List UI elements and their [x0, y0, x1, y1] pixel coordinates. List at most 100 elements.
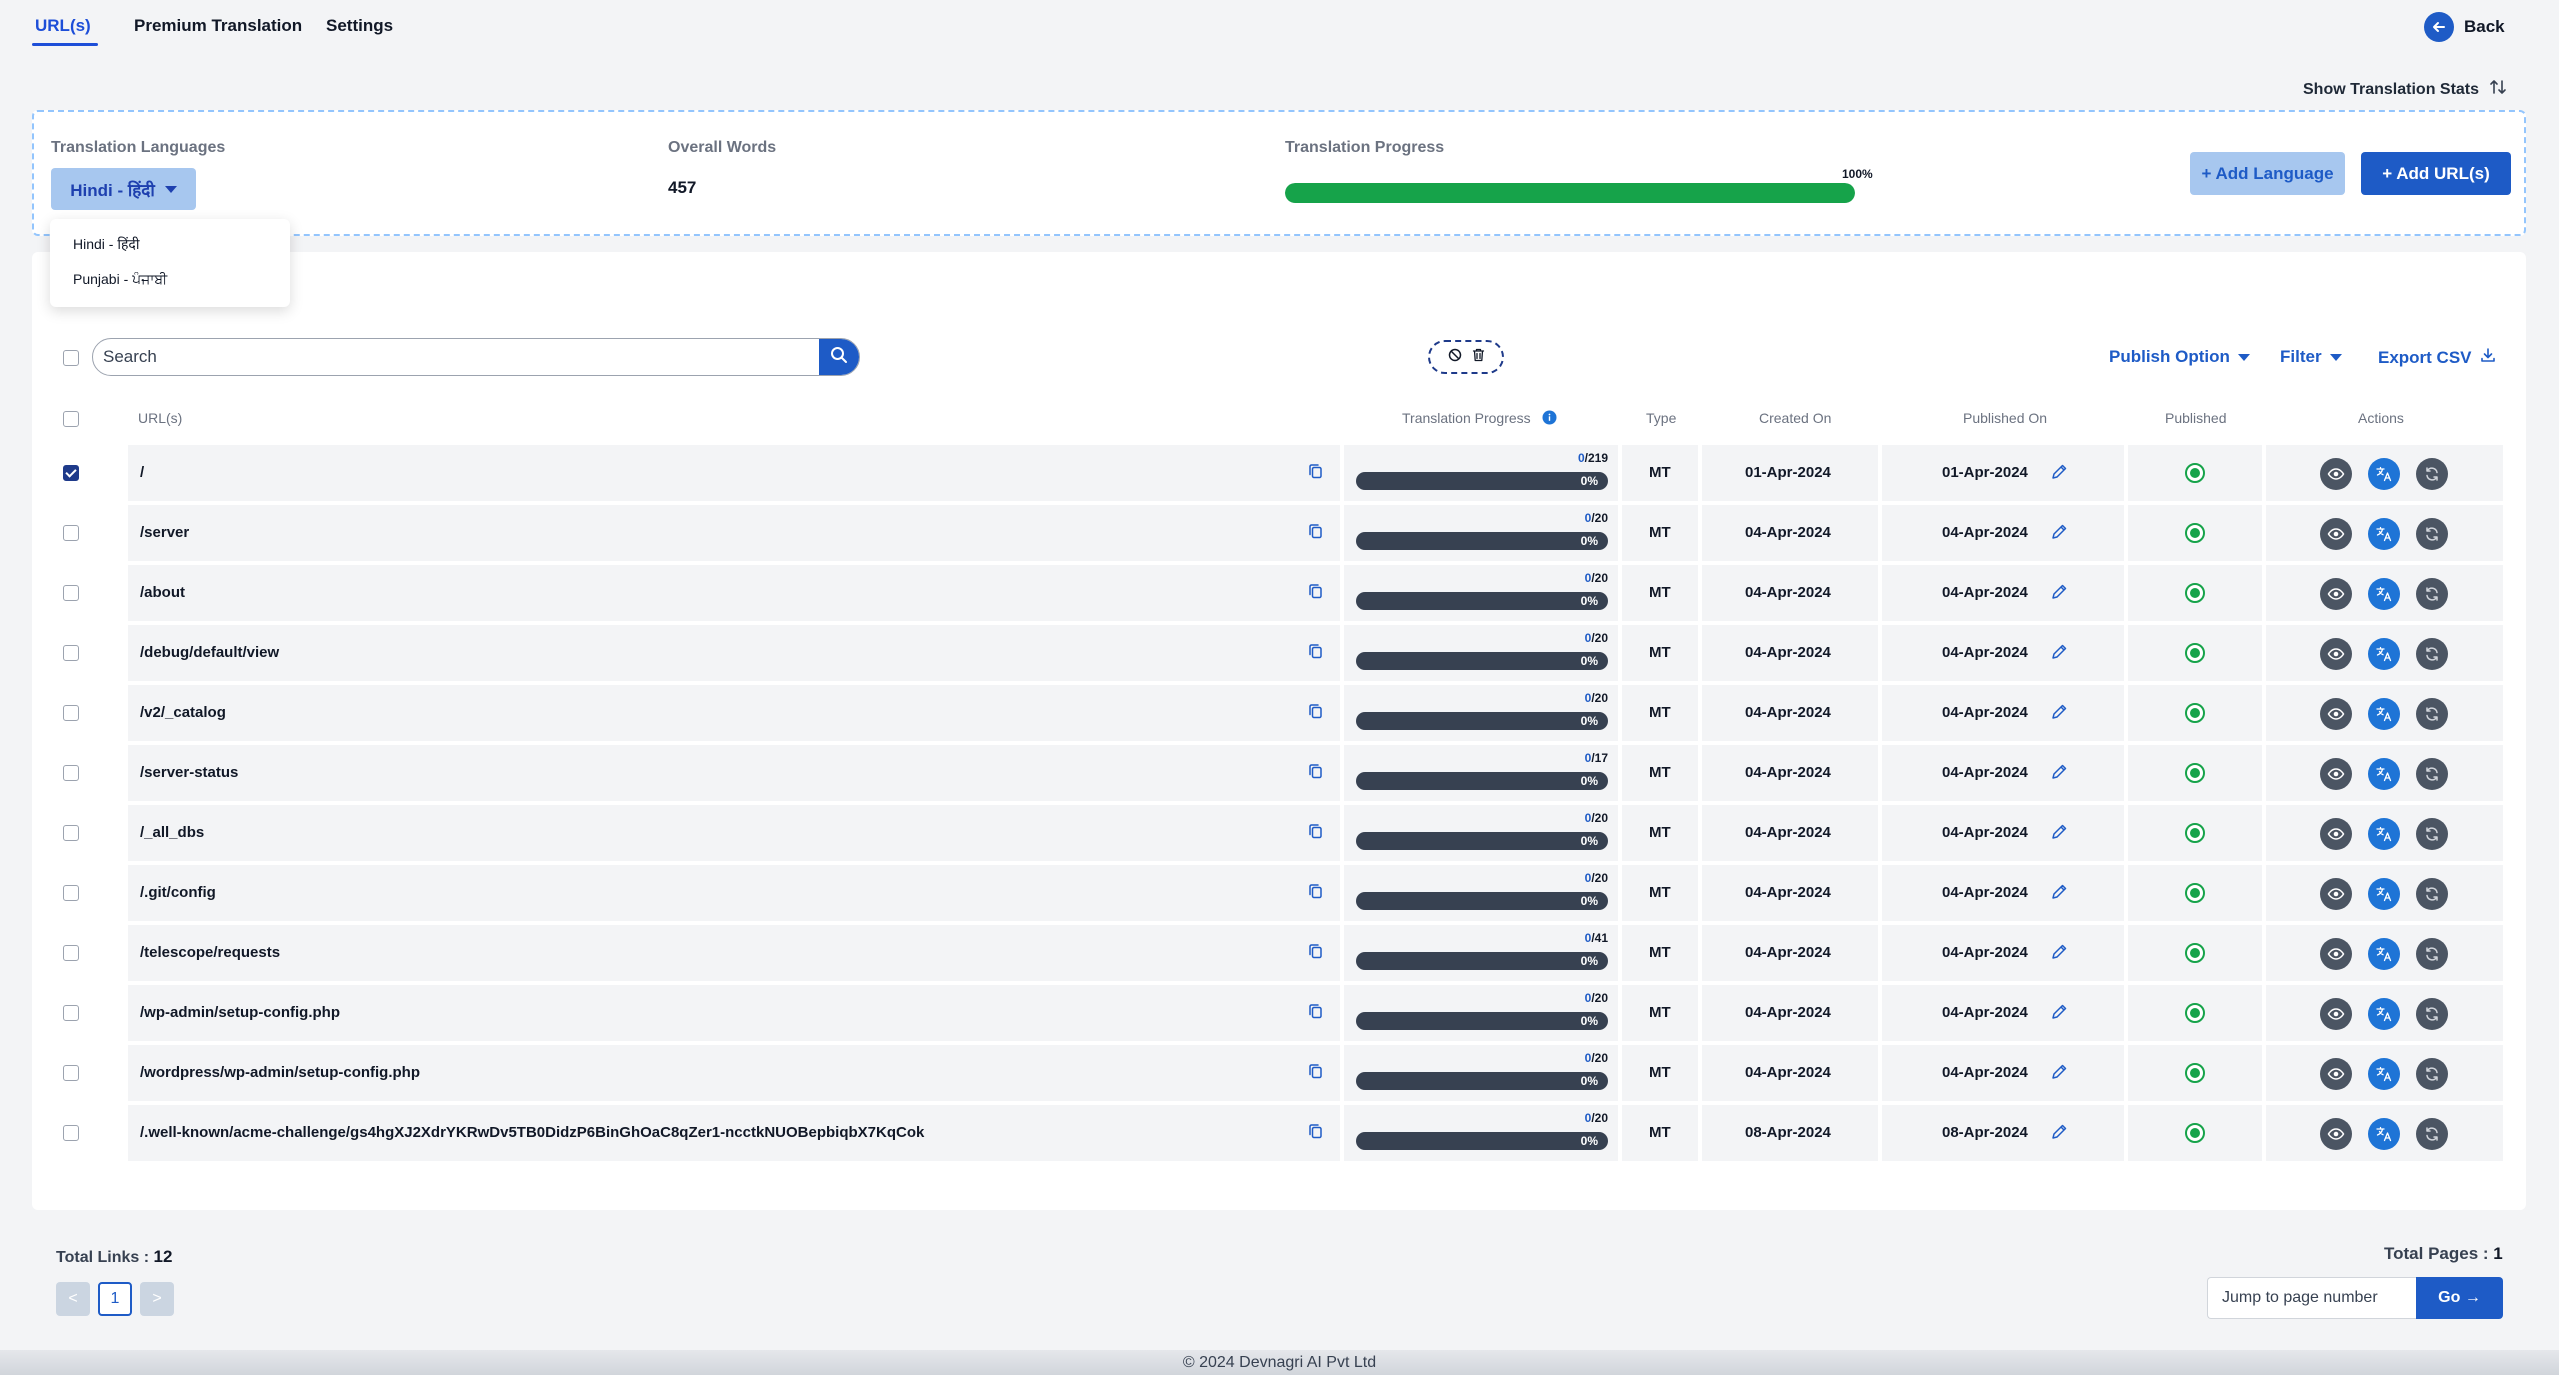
translate-icon[interactable] [2368, 578, 2400, 610]
sync-icon[interactable] [2416, 1118, 2448, 1150]
row-checkbox[interactable] [63, 885, 79, 901]
edit-pencil-icon[interactable] [2050, 1003, 2068, 1026]
edit-pencil-icon[interactable] [2050, 1063, 2068, 1086]
edit-pencil-icon[interactable] [2050, 643, 2068, 666]
language-option-punjabi[interactable]: Punjabi - ਪੰਜਾਬੀ [73, 271, 167, 288]
view-icon[interactable] [2320, 698, 2352, 730]
view-icon[interactable] [2320, 998, 2352, 1030]
view-icon[interactable] [2320, 1118, 2352, 1150]
copy-icon[interactable] [1308, 583, 1323, 605]
edit-pencil-icon[interactable] [2050, 883, 2068, 906]
select-all-checkbox[interactable] [63, 411, 79, 427]
row-checkbox[interactable] [63, 465, 79, 481]
view-icon[interactable] [2320, 518, 2352, 550]
copy-icon[interactable] [1308, 943, 1323, 965]
row-checkbox[interactable] [63, 1065, 79, 1081]
sync-icon[interactable] [2416, 698, 2448, 730]
sync-icon[interactable] [2416, 638, 2448, 670]
row-checkbox[interactable] [63, 945, 79, 961]
view-icon[interactable] [2320, 1058, 2352, 1090]
filter-dropdown[interactable]: Filter [2280, 347, 2342, 367]
translate-icon[interactable] [2368, 998, 2400, 1030]
translate-icon[interactable] [2368, 638, 2400, 670]
sync-icon[interactable] [2416, 518, 2448, 550]
url-text[interactable]: /v2/_catalog [140, 704, 226, 721]
row-checkbox[interactable] [63, 525, 79, 541]
sync-icon[interactable] [2416, 758, 2448, 790]
view-icon[interactable] [2320, 638, 2352, 670]
translate-icon[interactable] [2368, 698, 2400, 730]
back-button[interactable]: Back [2424, 12, 2505, 42]
view-icon[interactable] [2320, 758, 2352, 790]
url-text[interactable]: /_all_dbs [140, 824, 204, 841]
edit-pencil-icon[interactable] [2050, 1123, 2068, 1146]
translate-icon[interactable] [2368, 818, 2400, 850]
select-page-checkbox[interactable] [63, 350, 79, 366]
sync-icon[interactable] [2416, 878, 2448, 910]
language-select[interactable]: Hindi - हिंदी [51, 168, 196, 210]
copy-icon[interactable] [1308, 643, 1323, 665]
row-checkbox[interactable] [63, 645, 79, 661]
next-page-button[interactable]: > [140, 1282, 174, 1316]
url-text[interactable]: /wordpress/wp-admin/setup-config.php [140, 1064, 420, 1081]
unpublish-icon[interactable] [1448, 348, 1462, 367]
info-icon[interactable] [1542, 410, 1557, 430]
row-checkbox[interactable] [63, 1125, 79, 1141]
edit-pencil-icon[interactable] [2050, 703, 2068, 726]
sync-icon[interactable] [2416, 938, 2448, 970]
view-icon[interactable] [2320, 458, 2352, 490]
url-text[interactable]: /wp-admin/setup-config.php [140, 1004, 340, 1021]
edit-pencil-icon[interactable] [2050, 943, 2068, 966]
view-icon[interactable] [2320, 578, 2352, 610]
translate-icon[interactable] [2368, 758, 2400, 790]
search-button[interactable] [819, 339, 859, 375]
url-text[interactable]: /debug/default/view [140, 644, 279, 661]
url-text[interactable]: / [140, 464, 144, 481]
edit-pencil-icon[interactable] [2050, 583, 2068, 606]
publish-option-dropdown[interactable]: Publish Option [2109, 347, 2250, 367]
view-icon[interactable] [2320, 938, 2352, 970]
url-text[interactable]: /server-status [140, 764, 238, 781]
url-text[interactable]: /about [140, 584, 185, 601]
tab-premium-translation[interactable]: Premium Translation [134, 16, 302, 36]
show-translation-stats-toggle[interactable]: Show Translation Stats [2303, 78, 2507, 101]
sync-icon[interactable] [2416, 578, 2448, 610]
copy-icon[interactable] [1308, 703, 1323, 725]
copy-icon[interactable] [1308, 1063, 1323, 1085]
edit-pencil-icon[interactable] [2050, 523, 2068, 546]
jump-to-page-input[interactable] [2207, 1277, 2417, 1319]
sync-icon[interactable] [2416, 998, 2448, 1030]
sync-icon[interactable] [2416, 818, 2448, 850]
copy-icon[interactable] [1308, 463, 1323, 485]
add-language-button[interactable]: + Add Language [2190, 152, 2345, 195]
row-checkbox[interactable] [63, 765, 79, 781]
row-checkbox[interactable] [63, 585, 79, 601]
url-text[interactable]: /.git/config [140, 884, 216, 901]
copy-icon[interactable] [1308, 823, 1323, 845]
sync-icon[interactable] [2416, 1058, 2448, 1090]
copy-icon[interactable] [1308, 883, 1323, 905]
url-text[interactable]: /telescope/requests [140, 944, 280, 961]
search-input[interactable] [93, 339, 821, 375]
tab-settings[interactable]: Settings [326, 16, 393, 36]
translate-icon[interactable] [2368, 938, 2400, 970]
url-text[interactable]: /server [140, 524, 189, 541]
translate-icon[interactable] [2368, 518, 2400, 550]
row-checkbox[interactable] [63, 825, 79, 841]
sync-icon[interactable] [2416, 458, 2448, 490]
translate-icon[interactable] [2368, 458, 2400, 490]
copy-icon[interactable] [1308, 1003, 1323, 1025]
row-checkbox[interactable] [63, 1005, 79, 1021]
view-icon[interactable] [2320, 818, 2352, 850]
translate-icon[interactable] [2368, 1118, 2400, 1150]
current-page-button[interactable]: 1 [98, 1282, 132, 1316]
row-checkbox[interactable] [63, 705, 79, 721]
url-text[interactable]: /.well-known/acme-challenge/gs4hgXJ2XdrY… [140, 1124, 924, 1141]
translate-icon[interactable] [2368, 1058, 2400, 1090]
edit-pencil-icon[interactable] [2050, 823, 2068, 846]
copy-icon[interactable] [1308, 1123, 1323, 1145]
edit-pencil-icon[interactable] [2050, 763, 2068, 786]
translate-icon[interactable] [2368, 878, 2400, 910]
delete-icon[interactable] [1472, 348, 1485, 367]
add-url-button[interactable]: + Add URL(s) [2361, 152, 2511, 195]
